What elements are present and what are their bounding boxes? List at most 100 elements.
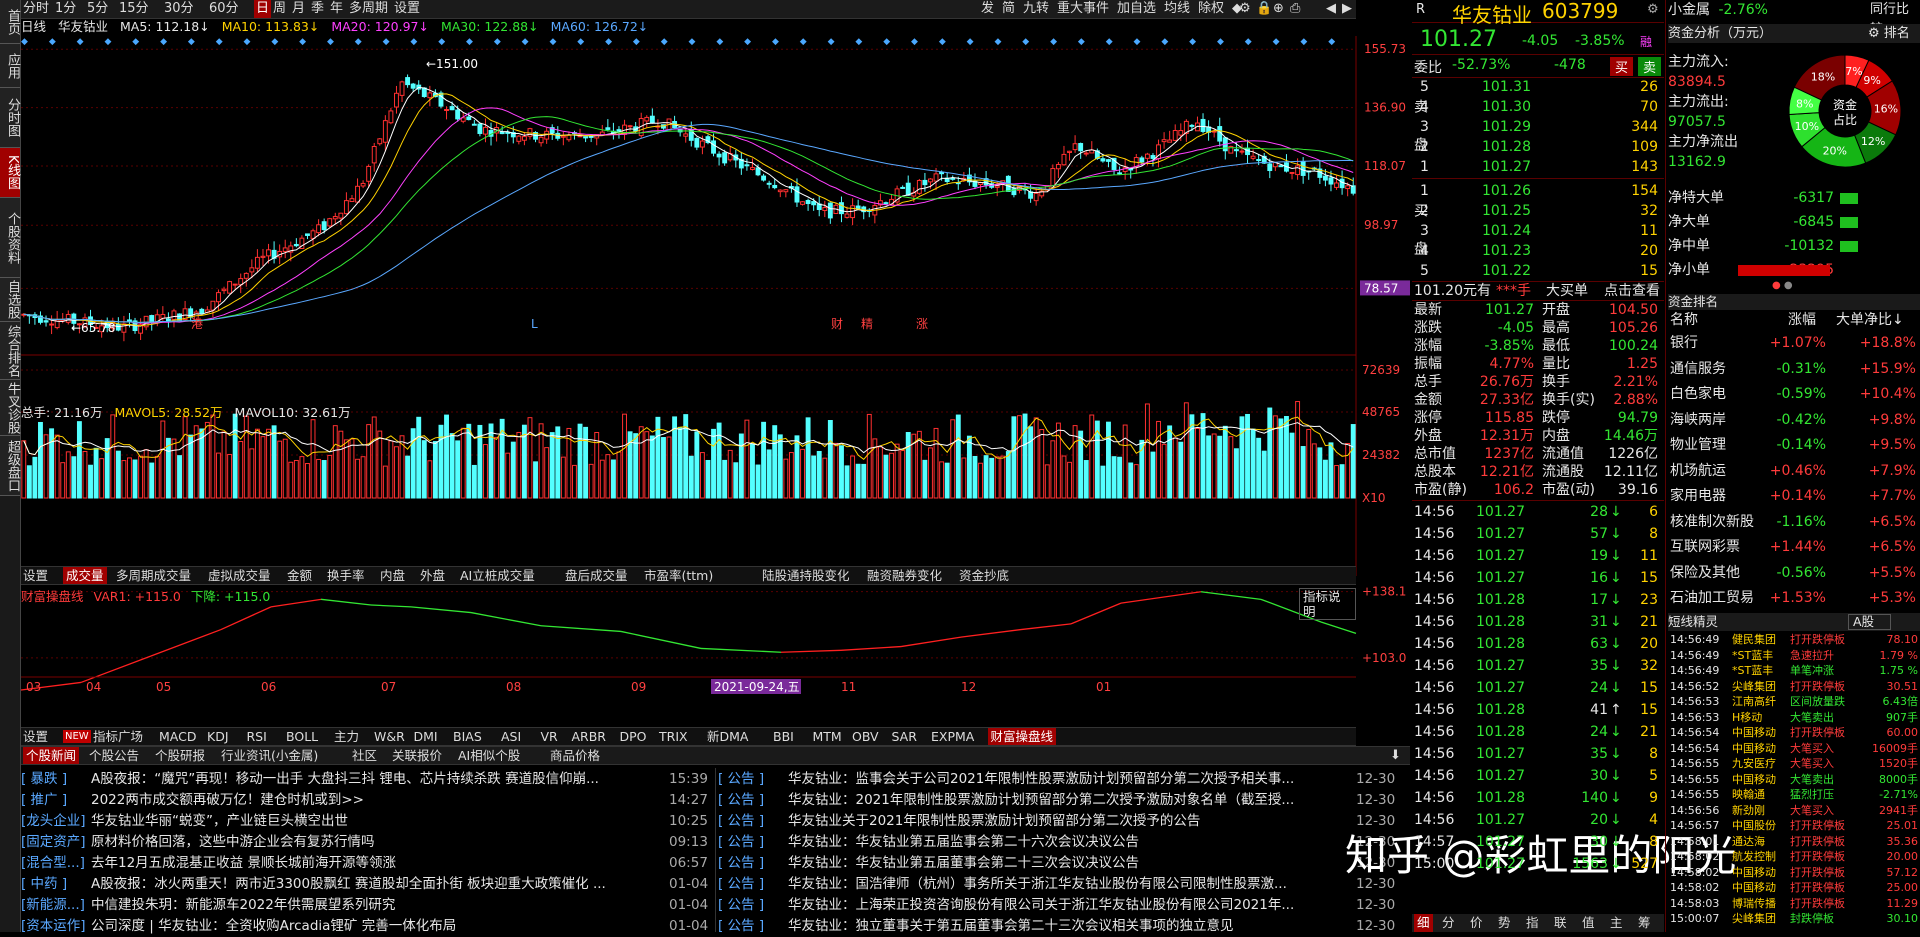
news-title[interactable]: 华友钴业：2021年限制性股票激励计划预留部分第二次授予激励对象名单（截至授..… — [788, 792, 1294, 808]
market-select[interactable]: A股 — [1848, 614, 1892, 630]
news-title[interactable]: 华友钴业：华友钴业第五届监事会第二十六次会议决议公告 — [788, 834, 1139, 850]
sell-price[interactable]: 101.29 — [1482, 117, 1531, 137]
left-tab-8[interactable]: 超级盘口 — [0, 436, 20, 496]
sprite-row[interactable]: 14:58:02 中国移动 打开跌停板 25.00 — [1668, 880, 1920, 895]
left-tab-2[interactable]: 分时图 — [0, 88, 20, 148]
indicator-tab-4[interactable]: 金额 — [287, 567, 312, 584]
bottom-tab-16[interactable]: 新DMA — [707, 728, 748, 745]
sprite-stock[interactable]: 九安医疗 — [1732, 756, 1776, 771]
period-tab-2[interactable]: 5分 — [87, 0, 108, 18]
rank-row-name[interactable]: 物业管理 — [1670, 435, 1726, 455]
rank-row-name[interactable]: 石油加工贸易 — [1670, 588, 1754, 608]
toolbar-right-0[interactable]: 发 — [981, 0, 994, 18]
sprite-row[interactable]: 14:56:53 江南高纤 区间放量跌 6.43倍 — [1668, 694, 1920, 709]
indicator-tab-3[interactable]: 虚拟成交量 — [208, 567, 271, 584]
left-tab-3[interactable]: K线图 — [0, 148, 20, 198]
tick-tab-4[interactable]: 指 — [1526, 914, 1539, 932]
period-tab-3[interactable]: 15分 — [119, 0, 149, 18]
bottom-tab-0[interactable]: 设置 — [23, 728, 48, 745]
sprite-row[interactable]: 14:56:57 中国股份 打开跌停板 25.01 — [1668, 818, 1920, 833]
sprite-stock[interactable]: *ST蓝丰 — [1732, 648, 1773, 663]
tick-tab-6[interactable]: 值 — [1582, 914, 1595, 932]
left-tab-6[interactable]: 综合排名 — [0, 322, 20, 380]
news-title[interactable]: 华友钴业：华友钴业第五届董事会第二十三次会议决议公告 — [788, 855, 1139, 871]
toolbar-right-3[interactable]: 重大事件 — [1057, 0, 1109, 18]
lock-icon[interactable]: 🔒 — [1256, 0, 1272, 18]
indicator-tab-8[interactable]: AI立桩成交量 — [460, 567, 535, 584]
big-order-link[interactable]: 点击查看 — [1604, 282, 1660, 300]
period-tab-11[interactable]: 多周期 — [349, 0, 388, 18]
news-title[interactable]: 华友钴业：监事会关于公司2021年限制性股票激励计划预留部分第二次授予相关事..… — [788, 771, 1294, 787]
sprite-row[interactable]: 14:56:55 九安医疗 大笔买入 1520手 — [1668, 756, 1920, 771]
sprite-stock[interactable]: 映翰通 — [1732, 787, 1765, 802]
period-tab-4[interactable]: 30分 — [164, 0, 194, 18]
sprite-stock[interactable]: 江南高纤 — [1732, 694, 1776, 709]
left-tab-1[interactable]: 应用 — [0, 44, 20, 88]
news-title[interactable]: 华友钴业关于2021年限制性股票激励计划预留部分第二次授予的公告 — [788, 813, 1200, 829]
zoom-icon[interactable]: ⊕ — [1273, 0, 1284, 18]
big-order-row[interactable]: 101.20元有 ***手 大买单 点击查看 — [1412, 281, 1664, 300]
sprite-stock[interactable]: 中国移动 — [1732, 865, 1776, 880]
sprite-row[interactable]: 14:56:49 *ST蓝丰 急速拉升 1.79 % — [1668, 648, 1920, 663]
tick-tab-3[interactable]: 势 — [1498, 914, 1511, 932]
toolbar-right-2[interactable]: 九转 — [1023, 0, 1049, 18]
indicator-tab-7[interactable]: 外盘 — [420, 567, 445, 584]
sell-price[interactable]: 101.27 — [1482, 157, 1531, 177]
sell-price[interactable]: 101.31 — [1482, 77, 1531, 97]
buy-price[interactable]: 101.24 — [1482, 221, 1531, 241]
news-title[interactable]: 华友钴业华丽“蜕变”，产业链巨头横空出世 — [91, 813, 348, 829]
bottom-tab-3[interactable]: MACD — [159, 728, 196, 745]
news-row[interactable]: [ 公告 ] 华友钴业：2021年限制性股票激励计划预留部分第二次授予激励对象名单… — [718, 789, 1412, 811]
news-row[interactable]: [龙头企业] 华友钴业华丽“蜕变”，产业链巨头横空出世 10:25 — [21, 810, 717, 832]
news-row[interactable]: [资本运作] 公司深度 | 华友钴业：全资收购Arcadia锂矿 完善一体化布局 0… — [21, 915, 717, 937]
buy-price[interactable]: 101.26 — [1482, 181, 1531, 201]
sprite-stock[interactable]: 健民集团 — [1732, 632, 1776, 647]
bottom-tab-18[interactable]: MTM — [813, 728, 842, 745]
period-tab-6[interactable]: 日 — [254, 0, 272, 18]
bottom-tab-14[interactable]: DPO — [620, 728, 647, 745]
sprite-stock[interactable]: 中国移动 — [1732, 880, 1776, 895]
sprite-row[interactable]: 14:58:02 航发控制 打开跌停板 20.00 — [1668, 849, 1920, 864]
period-tab-12[interactable]: 设置 — [394, 0, 420, 18]
period-tab-1[interactable]: 1分 — [55, 0, 76, 18]
rank-header-change[interactable]: 涨幅 — [1788, 311, 1816, 329]
sprite-stock[interactable]: *ST蓝丰 — [1732, 663, 1773, 678]
sell-button[interactable]: 卖 — [1638, 57, 1662, 76]
news-tab-4[interactable]: 社区 — [352, 747, 377, 764]
news-title[interactable]: A股夜报：“魔咒”再现！移动一出手 大盘抖三抖 锂电、芯片持续杀跌 赛道股信仰崩… — [91, 771, 599, 787]
rank-row-name[interactable]: 白色家电 — [1670, 384, 1726, 404]
bottom-tab-7[interactable]: 主力 — [334, 728, 359, 745]
buy-price[interactable]: 101.22 — [1482, 261, 1531, 281]
left-tab-4[interactable]: 个股资料 — [0, 198, 20, 278]
sprite-stock[interactable]: 中国移动 — [1732, 725, 1776, 740]
news-row[interactable]: [ 公告 ] 华友钴业：华友钴业第五届监事会第二十六次会议决议公告 12-30 — [718, 831, 1412, 853]
toolbar-right-6[interactable]: 除权 — [1198, 0, 1224, 18]
news-row[interactable]: [ 暴跌 ] A股夜报：“魔咒”再现！移动一出手 大盘抖三抖 锂电、芯片持续杀跌 … — [21, 768, 717, 790]
indicator-tab-2[interactable]: 多周期成交量 — [116, 567, 191, 584]
period-tab-9[interactable]: 季 — [311, 0, 324, 18]
period-tab-5[interactable]: 60分 — [209, 0, 239, 18]
indicator-tab-9[interactable]: 盘后成交量 — [565, 567, 628, 584]
settings-icon[interactable]: ⚙ — [1647, 2, 1659, 17]
sprite-row[interactable]: 14:56:56 新劲刚 大笔买入 2941手 — [1668, 803, 1920, 818]
period-tab-10[interactable]: 年 — [330, 0, 343, 18]
sprite-row[interactable]: 14:58:03 博瑞传播 打开跌停板 11.29 — [1668, 896, 1920, 911]
bottom-tab-15[interactable]: TRIX — [659, 728, 688, 745]
bottom-tab-17[interactable]: BBI — [773, 728, 794, 745]
news-title[interactable]: 原材料价格回落，这些中游企业会有复苏行情吗 — [91, 834, 375, 850]
rank-header-net[interactable]: 大单净比↓ — [1836, 311, 1904, 329]
news-tab-7[interactable]: 商品价格 — [550, 747, 600, 764]
fund-rank-link[interactable]: ⚙ 排名 — [1868, 24, 1910, 43]
left-tab-7[interactable]: 牛叉诊股 — [0, 380, 20, 436]
news-title[interactable]: 2022两市成交额再破万亿！建仓时机或到>> — [91, 792, 364, 808]
news-title[interactable]: A股夜报：冰火两重天！两市近3300股飘红 赛道股却全面扑街 板块迎重大政策催化… — [91, 876, 606, 892]
sprite-row[interactable]: 14:56:55 中国移动 大笔卖出 8000手 — [1668, 772, 1920, 787]
bottom-tab-20[interactable]: SAR — [892, 728, 917, 745]
bottom-tab-6[interactable]: BOLL — [286, 728, 318, 745]
news-title[interactable]: 去年12月五成混基正收益 景顺长城前海开源等领涨 — [91, 855, 396, 871]
toolbar-right-4[interactable]: 加自选 — [1117, 0, 1156, 18]
bottom-tab-4[interactable]: KDJ — [207, 728, 229, 745]
period-tab-0[interactable]: 分时 — [23, 0, 49, 18]
tick-tab-8[interactable]: 筹 — [1638, 914, 1651, 932]
news-row[interactable]: [新能源...] 中信建投朱玥：新能源车2022年供需展望系列研究 01-04 — [21, 894, 717, 916]
